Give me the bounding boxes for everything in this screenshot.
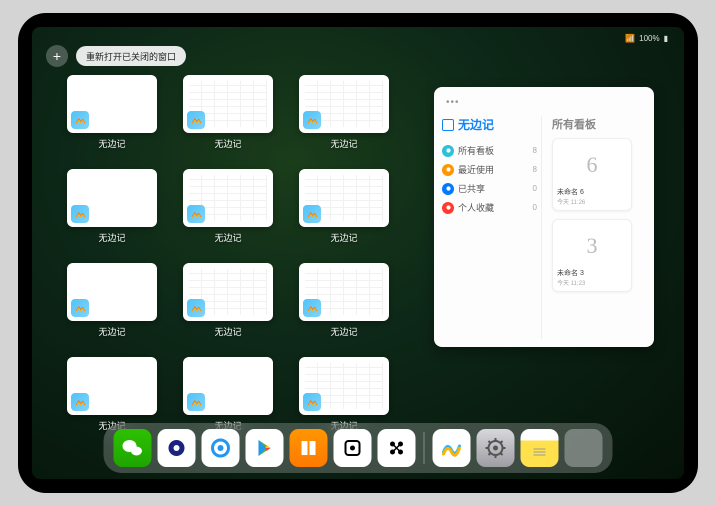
window-thumbnail bbox=[183, 75, 273, 133]
freeform-sidebar-panel[interactable]: ••• 无边记 所有看板8最近使用8已共享0个人收藏0 所有看板 6未命名 6今… bbox=[434, 87, 654, 347]
board-thumbnail: 3 bbox=[557, 224, 627, 268]
freeform-app-icon bbox=[303, 393, 321, 411]
window-label: 无边记 bbox=[330, 137, 357, 150]
sidebar-icon bbox=[442, 119, 454, 131]
screen: 📶 100% ▮ + 重新打开已关闭的窗口 无边记无边记无边记无边记无边记无边记… bbox=[32, 27, 684, 479]
battery-icon: ▮ bbox=[664, 34, 668, 43]
freeform-app-icon bbox=[187, 299, 205, 317]
window-thumbnail bbox=[183, 357, 273, 415]
window-thumbnail bbox=[183, 263, 273, 321]
dock-icon-wechat[interactable] bbox=[114, 429, 152, 467]
add-window-button[interactable]: + bbox=[46, 45, 68, 67]
boards-title: 所有看板 bbox=[552, 116, 646, 132]
dock-icon-freeform[interactable] bbox=[433, 429, 471, 467]
window-thumbnail bbox=[67, 357, 157, 415]
window-thumbnail bbox=[67, 169, 157, 227]
window-label: 无边记 bbox=[330, 325, 357, 338]
window-tile[interactable]: 无边记 bbox=[62, 75, 162, 155]
freeform-app-icon bbox=[187, 205, 205, 223]
window-thumbnail bbox=[67, 75, 157, 133]
nav-color-icon bbox=[442, 164, 454, 176]
window-label: 无边记 bbox=[330, 231, 357, 244]
dock-icon-dice-app[interactable] bbox=[334, 429, 372, 467]
nav-color-icon bbox=[442, 183, 454, 195]
window-thumbnail bbox=[183, 169, 273, 227]
freeform-app-icon bbox=[187, 111, 205, 129]
dock-icon-play-store[interactable] bbox=[246, 429, 284, 467]
window-tile[interactable]: 无边记 bbox=[62, 169, 162, 249]
window-label: 无边记 bbox=[98, 231, 125, 244]
window-label: 无边记 bbox=[98, 325, 125, 338]
freeform-app-icon bbox=[303, 111, 321, 129]
dock-icon-settings[interactable] bbox=[477, 429, 515, 467]
window-tile[interactable]: 无边记 bbox=[178, 263, 278, 343]
freeform-app-icon bbox=[71, 393, 89, 411]
sidebar-item-个人收藏[interactable]: 个人收藏 0 bbox=[442, 198, 537, 217]
ipad-device-frame: 📶 100% ▮ + 重新打开已关闭的窗口 无边记无边记无边记无边记无边记无边记… bbox=[18, 13, 698, 493]
freeform-app-icon bbox=[71, 111, 89, 129]
nav-item-count: 0 bbox=[533, 184, 537, 193]
dock bbox=[104, 423, 613, 473]
sidebar-nav: 无边记 所有看板 8 最近使用 8 已共享 0 个人收藏 0 bbox=[442, 116, 542, 339]
board-date: 今天 11:26 bbox=[557, 197, 627, 206]
window-tile[interactable]: 无边记 bbox=[294, 169, 394, 249]
reopen-closed-window-button[interactable]: 重新打开已关闭的窗口 bbox=[76, 46, 186, 66]
board-card[interactable]: 3未命名 3今天 11:23 bbox=[552, 219, 632, 292]
window-tile[interactable]: 无边记 bbox=[62, 263, 162, 343]
board-date: 今天 11:23 bbox=[557, 278, 627, 287]
sidebar-item-最近使用[interactable]: 最近使用 8 bbox=[442, 160, 537, 179]
nav-item-label: 个人收藏 bbox=[458, 201, 494, 214]
signal-icon: 📶 bbox=[625, 34, 635, 43]
window-label: 无边记 bbox=[214, 137, 241, 150]
nav-item-label: 已共享 bbox=[458, 182, 485, 195]
dock-icon-app-library-folder[interactable] bbox=[565, 429, 603, 467]
window-label: 无边记 bbox=[214, 325, 241, 338]
window-label: 无边记 bbox=[214, 231, 241, 244]
dock-icon-books[interactable] bbox=[290, 429, 328, 467]
nav-item-count: 8 bbox=[533, 165, 537, 174]
ellipsis-icon[interactable]: ••• bbox=[446, 97, 460, 108]
battery-label: 100% bbox=[639, 34, 659, 43]
window-thumbnail bbox=[67, 263, 157, 321]
freeform-app-icon bbox=[187, 393, 205, 411]
reopen-label: 重新打开已关闭的窗口 bbox=[86, 50, 176, 63]
nav-item-label: 最近使用 bbox=[458, 163, 494, 176]
dock-icon-browser-q-light[interactable] bbox=[202, 429, 240, 467]
window-thumbnail bbox=[299, 357, 389, 415]
plus-icon: + bbox=[53, 48, 61, 64]
board-name: 未命名 6 bbox=[557, 187, 627, 197]
board-name: 未命名 3 bbox=[557, 268, 627, 278]
status-bar: 📶 100% ▮ bbox=[32, 31, 684, 45]
dock-icon-browser-q-dark[interactable] bbox=[158, 429, 196, 467]
window-tile[interactable]: 无边记 bbox=[178, 169, 278, 249]
freeform-app-icon bbox=[71, 205, 89, 223]
nav-item-count: 0 bbox=[533, 203, 537, 212]
board-thumbnail: 6 bbox=[557, 143, 627, 187]
sidebar-item-所有看板[interactable]: 所有看板 8 bbox=[442, 141, 537, 160]
window-label: 无边记 bbox=[98, 137, 125, 150]
sidebar-item-已共享[interactable]: 已共享 0 bbox=[442, 179, 537, 198]
nav-color-icon bbox=[442, 145, 454, 157]
sidebar-app-title: 无边记 bbox=[442, 116, 537, 133]
boards-column: 所有看板 6未命名 6今天 11:26 3未命名 3今天 11:23 bbox=[548, 116, 646, 339]
board-card[interactable]: 6未命名 6今天 11:26 bbox=[552, 138, 632, 211]
window-thumbnail bbox=[299, 169, 389, 227]
freeform-app-icon bbox=[303, 205, 321, 223]
dock-icon-notes[interactable] bbox=[521, 429, 559, 467]
window-tile[interactable]: 无边记 bbox=[294, 263, 394, 343]
window-thumbnail bbox=[299, 263, 389, 321]
dock-icon-barcode-app[interactable] bbox=[378, 429, 416, 467]
nav-color-icon bbox=[442, 202, 454, 214]
window-tile[interactable]: 无边记 bbox=[294, 75, 394, 155]
nav-item-count: 8 bbox=[533, 146, 537, 155]
dock-divider bbox=[424, 432, 425, 464]
freeform-app-icon bbox=[71, 299, 89, 317]
window-thumbnail bbox=[299, 75, 389, 133]
nav-item-label: 所有看板 bbox=[458, 144, 494, 157]
freeform-app-icon bbox=[303, 299, 321, 317]
window-tile[interactable]: 无边记 bbox=[178, 75, 278, 155]
